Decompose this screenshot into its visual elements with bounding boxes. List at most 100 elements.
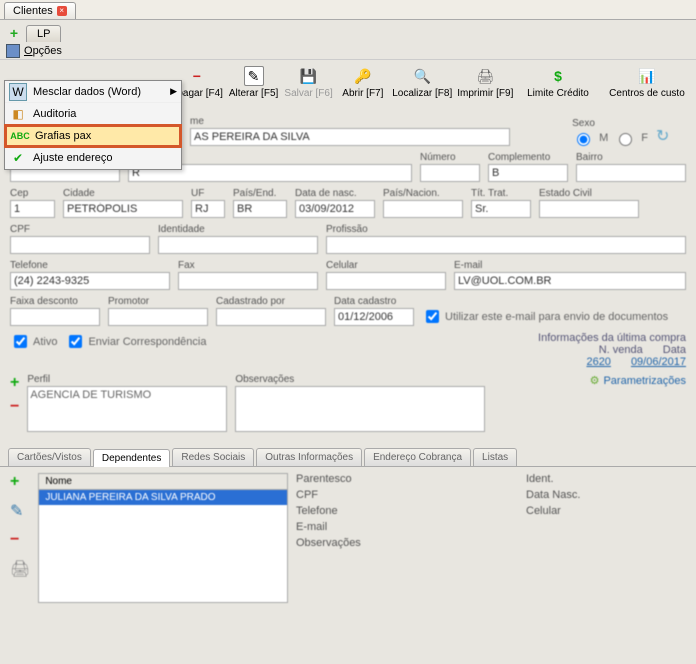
parametrizacoes-link[interactable]: ⚙ Parametrizações — [590, 374, 686, 387]
key-icon: 🔑 — [353, 66, 373, 86]
chart-icon: 📊 — [637, 66, 657, 86]
submenu-arrow-icon: ▶ — [170, 86, 177, 97]
complemento-field[interactable] — [488, 164, 568, 182]
tab-label: Clientes — [13, 5, 53, 17]
options-label: Opções — [24, 45, 62, 57]
abc-check-icon: ABC — [11, 127, 29, 145]
observacoes-box[interactable] — [235, 386, 485, 432]
toolbar-label: Centros de custo — [609, 88, 685, 99]
sexo-f-radio[interactable] — [619, 133, 632, 146]
sexo-m-radio[interactable] — [577, 133, 590, 146]
menu-mesclar-dados[interactable]: W Mesclar dados (Word) ▶ — [5, 81, 181, 103]
add-dependente-button[interactable]: + — [10, 473, 30, 491]
options-bar[interactable]: Opções — [0, 42, 696, 60]
remove-dependente-button[interactable]: − — [10, 531, 30, 549]
uf-field[interactable] — [191, 200, 225, 218]
cep-field[interactable] — [10, 200, 55, 218]
centros-custo-button[interactable]: 📊 Centros de custo — [602, 64, 692, 101]
minus-icon: − — [187, 66, 207, 86]
edit-dependente-button[interactable]: ✎ — [10, 501, 30, 521]
tab-listas[interactable]: Listas — [473, 448, 517, 466]
menu-grafias-pax[interactable]: ABC Grafias pax — [5, 125, 181, 147]
edit-icon: ✎ — [244, 66, 264, 86]
faixa-desconto-field[interactable] — [10, 308, 100, 326]
toolbar-label: Imprimir [F9] — [457, 88, 513, 99]
limite-credito-button[interactable]: $ Limite Crédito — [518, 64, 598, 101]
detail-tabs: Cartões/Vistos Dependentes Redes Sociais… — [0, 448, 696, 467]
cpf-field[interactable] — [10, 236, 150, 254]
imprimir-button[interactable]: 🖨 Imprimir [F9] — [457, 64, 514, 101]
dollar-icon: $ — [548, 66, 568, 86]
pais-nacion-field[interactable] — [383, 200, 463, 218]
cidade-field[interactable] — [63, 200, 183, 218]
salvar-button[interactable]: 💾 Salvar [F6] — [283, 64, 334, 101]
dependente-row[interactable]: JULIANA PEREIRA DA SILVA PRADO — [39, 490, 287, 505]
nome-field[interactable] — [190, 128, 510, 146]
label-numero: Número — [420, 152, 480, 163]
pais-end-field[interactable] — [233, 200, 287, 218]
print-icon: 🖨 — [475, 66, 495, 86]
label-nome: me — [190, 116, 564, 127]
record-tabs: + LP — [0, 20, 696, 42]
enviar-corresp-checkbox[interactable]: Enviar Correspondência — [65, 332, 206, 351]
cadastrado-por-field[interactable] — [216, 308, 326, 326]
tab-cartoes-vistos[interactable]: Cartões/Vistos — [8, 448, 91, 466]
menu-item-label: Mesclar dados (Word) — [33, 86, 141, 98]
save-icon: 💾 — [299, 66, 319, 86]
identidade-field[interactable] — [158, 236, 318, 254]
nvenda-link[interactable]: 2620 — [586, 356, 610, 368]
toolbar-label: Abrir [F7] — [342, 88, 383, 99]
menu-auditoria[interactable]: ◧ Auditoria — [5, 103, 181, 125]
address-icon: ✔ — [9, 149, 27, 167]
toolbar-label: Limite Crédito — [527, 88, 589, 99]
promotor-field[interactable] — [108, 308, 208, 326]
tab-outras-info[interactable]: Outras Informações — [256, 448, 362, 466]
dependentes-panel: + ✎ − 🖨 Nome JULIANA PEREIRA DA SILVA PR… — [0, 467, 696, 609]
alterar-button[interactable]: ✎ Alterar [F5] — [228, 64, 280, 101]
estado-civil-field[interactable] — [539, 200, 639, 218]
perfil-list[interactable]: AGENCIA DE TURISMO — [27, 386, 227, 432]
toolbar-label: Alterar [F5] — [229, 88, 278, 99]
label-bairro: Bairro — [576, 152, 686, 163]
label-complemento: Complemento — [488, 152, 568, 163]
telefone-field[interactable] — [10, 272, 170, 290]
data-compra-link[interactable]: 09/06/2017 — [631, 356, 686, 368]
dependentes-list[interactable]: Nome JULIANA PEREIRA DA SILVA PRADO — [38, 473, 288, 603]
data-nasc-field[interactable] — [295, 200, 375, 218]
abrir-button[interactable]: 🔑 Abrir [F7] — [338, 64, 388, 101]
add-record-button[interactable]: + — [6, 25, 22, 41]
label-sexo: Sexo — [572, 118, 648, 129]
celular-field[interactable] — [326, 272, 446, 290]
email-field[interactable] — [454, 272, 686, 290]
tab-clientes[interactable]: Clientes × — [4, 2, 76, 19]
remove-perfil-button[interactable]: − — [10, 398, 19, 416]
localizar-button[interactable]: 🔍 Localizar [F8] — [392, 64, 453, 101]
profissao-field[interactable] — [326, 236, 686, 254]
fax-field[interactable] — [178, 272, 318, 290]
tab-endereco-cobranca[interactable]: Endereço Cobrança — [364, 448, 471, 466]
bairro-field[interactable] — [576, 164, 686, 182]
menu-item-label: Ajuste endereço — [33, 152, 113, 164]
refresh-icon[interactable]: ↻ — [656, 126, 686, 146]
window-tabs: Clientes × — [0, 0, 696, 20]
record-tab-label: LP — [37, 28, 50, 40]
tit-trat-field[interactable] — [471, 200, 531, 218]
options-dropdown: W Mesclar dados (Word) ▶ ◧ Auditoria ABC… — [4, 80, 182, 170]
record-tab[interactable]: LP — [26, 25, 61, 42]
dependente-detail: ParentescoIdent. CPFData Nasc. TelefoneC… — [296, 473, 686, 603]
dependentes-header: Nome — [39, 474, 287, 490]
tab-redes-sociais[interactable]: Redes Sociais — [172, 448, 254, 466]
ultima-compra-info: Informações da última compra N. vendaDat… — [538, 332, 686, 368]
numero-field[interactable] — [420, 164, 480, 182]
close-icon[interactable]: × — [57, 6, 67, 16]
audit-icon: ◧ — [9, 105, 27, 123]
toolbar-label: Salvar [F6] — [284, 88, 332, 99]
email-docs-checkbox[interactable]: Utilizar este e-mail para envio de docum… — [422, 307, 668, 326]
data-cadastro-field[interactable] — [334, 308, 414, 326]
tab-dependentes[interactable]: Dependentes — [93, 449, 171, 467]
add-perfil-button[interactable]: + — [10, 374, 19, 392]
options-icon — [6, 44, 20, 58]
print-dependente-button[interactable]: 🖨 — [10, 559, 30, 579]
ativo-checkbox[interactable]: Ativo — [10, 332, 57, 351]
menu-ajuste-endereco[interactable]: ✔ Ajuste endereço — [5, 147, 181, 169]
